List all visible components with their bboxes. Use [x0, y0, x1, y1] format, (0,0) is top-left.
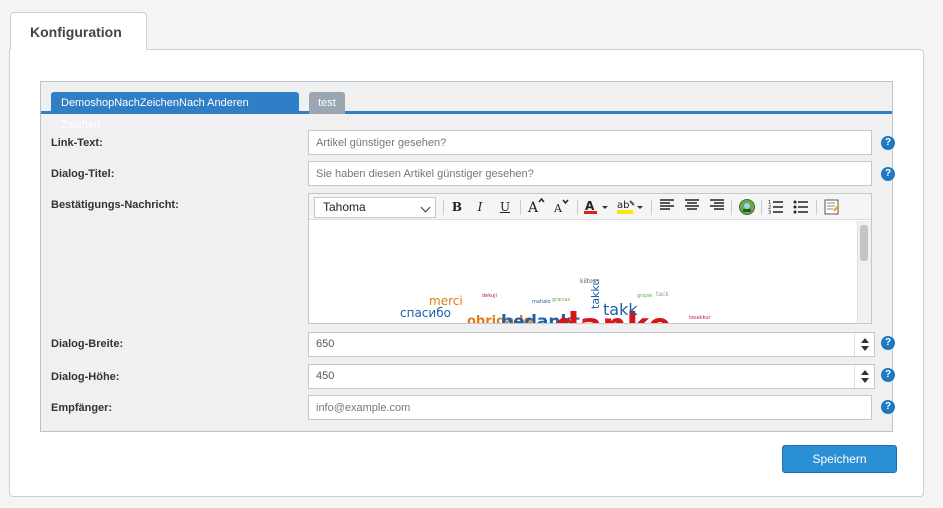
font-size-increase-icon[interactable]: A: [526, 197, 546, 216]
toolbar-divider: [577, 200, 578, 215]
recipient-help-icon[interactable]: ?: [881, 400, 895, 414]
toolbar-divider: [651, 200, 652, 215]
tab-test[interactable]: test: [309, 92, 345, 114]
stepper-arrows[interactable]: [854, 365, 874, 388]
editor-scrollbar[interactable]: [857, 221, 871, 323]
editor-content[interactable]: merci спасибо obrigado bedankt danke tak…: [309, 221, 857, 323]
stepper-down-icon[interactable]: [861, 346, 869, 351]
word-cloud-word: gracias: [552, 297, 570, 303]
thank-you-word-cloud-image: merci спасибо obrigado bedankt danke tak…: [400, 278, 712, 323]
link-text-input[interactable]: [308, 130, 872, 155]
dialog-width-stepper[interactable]: 650: [308, 332, 875, 357]
svg-text:A: A: [553, 202, 563, 214]
highlight-color-icon[interactable]: ab: [616, 198, 646, 216]
word-cloud-word: grazie: [637, 293, 652, 299]
dialog-width-label: Dialog-Breite:: [51, 338, 124, 350]
toolbar-divider: [761, 200, 762, 215]
insert-image-icon[interactable]: [737, 198, 757, 216]
dialog-height-label: Dialog-Höhe:: [51, 371, 120, 383]
stepper-arrows[interactable]: [854, 333, 874, 356]
word-cloud-word: tesekkur: [689, 315, 712, 321]
rich-text-editor[interactable]: Tahoma B I U A A A ab 1 2 3 merci спасиб…: [308, 193, 872, 324]
dialog-title-help-icon[interactable]: ?: [881, 167, 895, 181]
font-family-select[interactable]: Tahoma: [314, 197, 436, 218]
language-tabbar: DemoshopNachZeichenNach Anderen Zeichen …: [41, 82, 892, 131]
font-family-value: Tahoma: [323, 200, 366, 214]
recipient-input[interactable]: [308, 395, 872, 420]
italic-button[interactable]: I: [470, 198, 490, 216]
toolbar-divider: [731, 200, 732, 215]
source-code-icon[interactable]: [822, 198, 842, 216]
save-button[interactable]: Speichern: [782, 445, 897, 473]
dialog-title-input[interactable]: [308, 161, 872, 186]
font-size-decrease-icon[interactable]: A: [551, 198, 571, 216]
chevron-down-icon: [420, 202, 431, 213]
align-left-icon[interactable]: [657, 198, 677, 216]
dialog-height-help-icon[interactable]: ?: [881, 368, 895, 382]
word-cloud-word: takk: [603, 300, 638, 319]
underline-button[interactable]: U: [495, 198, 515, 216]
align-center-icon[interactable]: [682, 198, 702, 216]
scrollbar-thumb[interactable]: [860, 225, 868, 261]
toolbar-divider: [816, 200, 817, 215]
tab-demoshop[interactable]: DemoshopNachZeichenNach Anderen Zeichen: [51, 92, 299, 131]
language-tabs-panel: DemoshopNachZeichenNach Anderen Zeichen …: [40, 81, 895, 432]
toolbar-divider: [443, 200, 444, 215]
dialog-height-stepper[interactable]: 450: [308, 364, 875, 389]
dialog-width-help-icon[interactable]: ?: [881, 336, 895, 350]
align-right-icon[interactable]: [707, 198, 727, 216]
tab-konfiguration[interactable]: Konfiguration: [10, 12, 147, 50]
dialog-height-value: 450: [316, 370, 335, 382]
svg-text:ab: ab: [617, 200, 629, 211]
confirmation-label: Bestätigungs-Nachricht:: [51, 199, 179, 211]
stepper-up-icon[interactable]: [861, 338, 869, 343]
link-text-help-icon[interactable]: ?: [881, 136, 895, 150]
link-text-label: Link-Text:: [51, 137, 103, 149]
bold-button[interactable]: B: [447, 198, 467, 216]
word-cloud-word: спасибо: [400, 306, 451, 320]
word-cloud-word: kiitos: [580, 278, 596, 285]
svg-text:3: 3: [768, 210, 771, 214]
editor-toolbar: Tahoma B I U A A A ab 1 2 3: [309, 194, 871, 220]
ordered-list-icon[interactable]: 123: [766, 198, 786, 216]
svg-text:A: A: [585, 199, 595, 213]
word-cloud-word: tack: [656, 291, 669, 298]
tab-konfiguration-label: Konfiguration: [30, 24, 122, 40]
text-color-icon[interactable]: A: [583, 198, 611, 216]
toolbar-divider: [520, 200, 521, 215]
svg-text:A: A: [527, 200, 539, 214]
word-cloud-word: dekuji: [482, 293, 497, 299]
dialog-title-label: Dialog-Titel:: [51, 168, 115, 180]
stepper-up-icon[interactable]: [861, 370, 869, 375]
word-cloud-word: mahalo: [532, 299, 551, 305]
stepper-down-icon[interactable]: [861, 378, 869, 383]
recipient-label: Empfänger:: [51, 402, 113, 414]
unordered-list-icon[interactable]: [791, 198, 811, 216]
dialog-width-value: 650: [316, 338, 335, 350]
